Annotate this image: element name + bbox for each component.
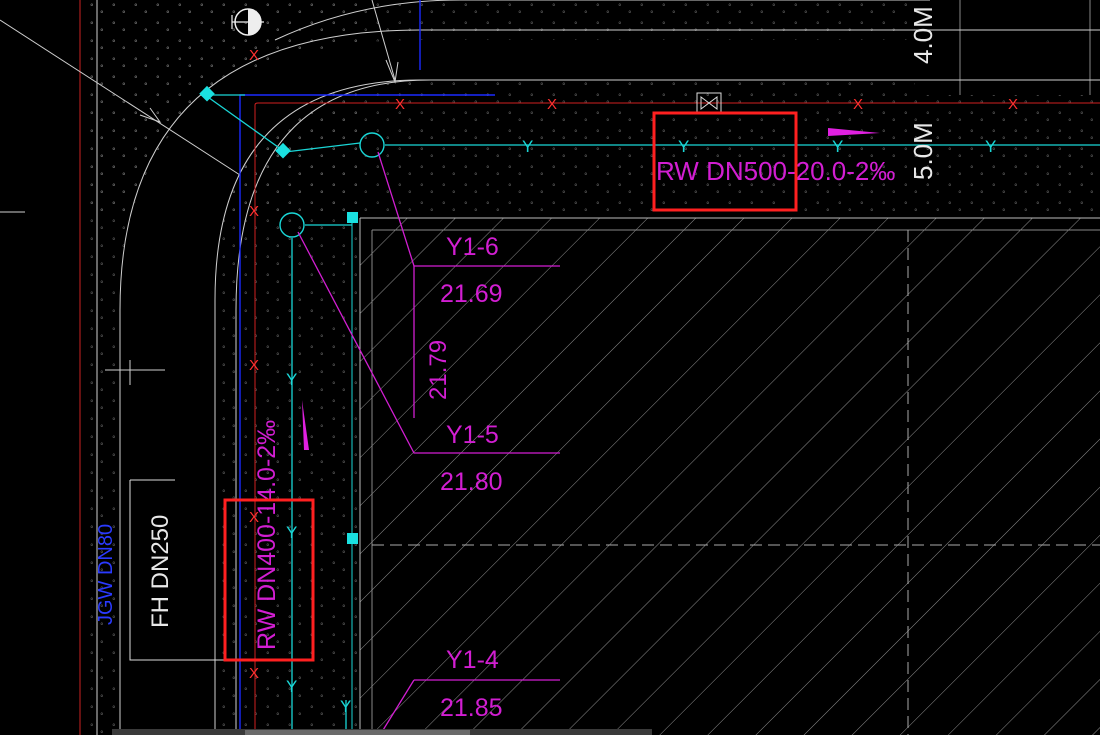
manhole-y1-6-elevation: 21.69 (440, 280, 503, 308)
dimension-4m-label: 4.0M (908, 6, 938, 64)
svg-text:X: X (853, 96, 863, 113)
svg-text:X: X (249, 47, 259, 64)
cad-drawing-canvas[interactable]: ° ° (0, 0, 1100, 735)
svg-text:X: X (1008, 96, 1018, 113)
dimension-5m-label: 5.0M (908, 122, 938, 180)
rw-main-pipe-label: RW DN500-20.0-2‰ (656, 156, 895, 186)
fh-pipe-label: FH DN250 (147, 515, 174, 628)
rw-branch-pipe-label: RW DN400-14.0-2‰ (253, 420, 281, 650)
manhole-y1-6-id: Y1-6 (446, 233, 499, 261)
scrollbar-thumb[interactable] (245, 730, 470, 735)
svg-text:Y: Y (678, 137, 689, 156)
svg-text:Y: Y (286, 370, 297, 389)
svg-text:Y: Y (286, 677, 297, 696)
svg-text:Y: Y (340, 697, 351, 716)
jgw-pipe-label: JGW DN80 (95, 524, 117, 625)
manhole-y1-4-id: Y1-4 (446, 646, 499, 674)
svg-text:X: X (249, 357, 259, 374)
svg-text:Y: Y (832, 137, 843, 156)
manhole-y1-5-elevation: 21.80 (440, 468, 503, 496)
svg-text:Y: Y (985, 137, 996, 156)
svg-text:X: X (395, 96, 405, 113)
manhole-y1-4-elevation: 21.85 (440, 694, 503, 722)
svg-text:X: X (547, 96, 557, 113)
svg-text:X: X (249, 665, 259, 682)
svg-text:Y: Y (522, 137, 533, 156)
vertical-elevation-label: 21.79 (425, 340, 452, 400)
svg-text:Y: Y (286, 523, 297, 542)
svg-text:X: X (249, 203, 259, 220)
manhole-y1-5-id: Y1-5 (446, 421, 499, 449)
